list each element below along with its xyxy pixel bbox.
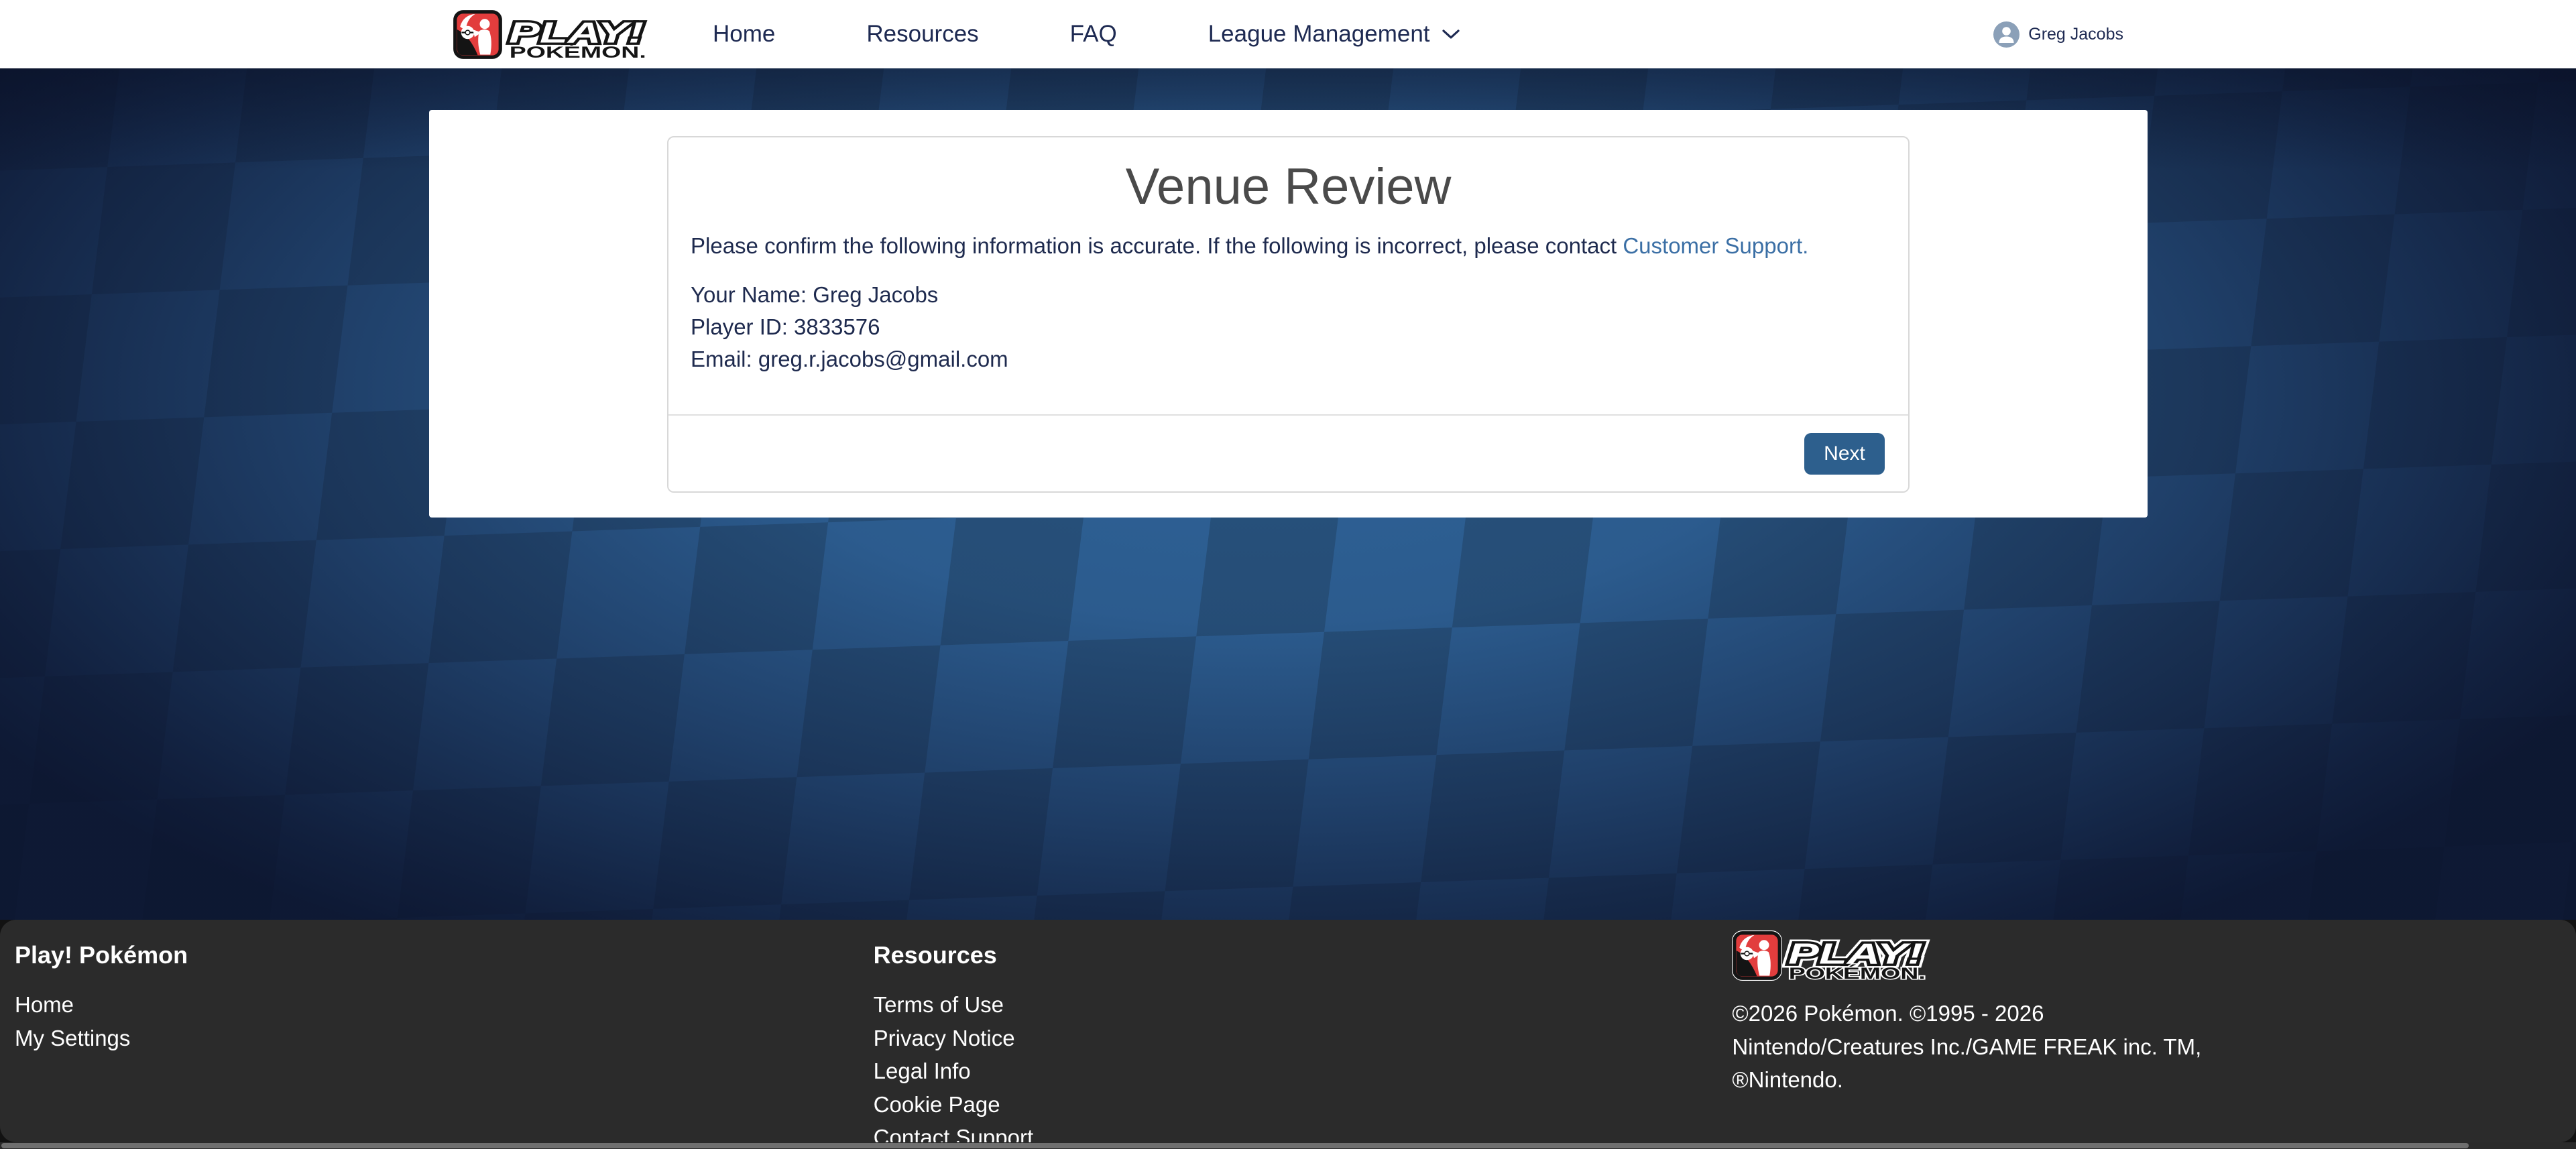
field-player-id-label: Player ID: (691, 314, 788, 339)
copyright-line-1: ©2026 Pokémon. ©1995 - 2026 (1732, 997, 2576, 1030)
field-email-value: greg.r.jacobs@gmail.com (758, 347, 1008, 371)
field-email: Email: greg.r.jacobs@gmail.com (691, 343, 1886, 375)
play-pokemon-logo-icon: PLAY! PLAY! POKÉMON. (1732, 930, 1933, 981)
footer-link-contact-support[interactable]: Contact Support (874, 1121, 1718, 1142)
field-your-name: Your Name: Greg Jacobs (691, 279, 1886, 311)
horizontal-scrollbar[interactable] (0, 1142, 2576, 1149)
footer-column-play-pokemon: Play! Pokémon Home My Settings (0, 920, 859, 1142)
user-name: Greg Jacobs (2028, 25, 2123, 44)
footer-play-pokemon-logo: PLAY! PLAY! POKÉMON. (1732, 930, 2576, 981)
nav-faq[interactable]: FAQ (1070, 21, 1117, 48)
footer-column-legal: PLAY! PLAY! POKÉMON. ©2026 Pokémon. ©199… (1717, 920, 2576, 1142)
footer-link-my-settings[interactable]: My Settings (15, 1022, 859, 1055)
nav-home[interactable]: Home (713, 21, 775, 48)
footer-link-terms-of-use[interactable]: Terms of Use (874, 988, 1718, 1022)
nav-resources-label: Resources (866, 21, 978, 48)
nav-league-management[interactable]: League Management (1208, 21, 1461, 48)
copyright-line-2: Nintendo/Creatures Inc./GAME FREAK inc. … (1732, 1030, 2576, 1064)
intro-text: Please confirm the following information… (691, 232, 1886, 261)
footer-link-home[interactable]: Home (15, 988, 859, 1022)
page-title: Venue Review (691, 158, 1886, 216)
footer-heading-resources: Resources (874, 941, 1718, 969)
nav-resources[interactable]: Resources (866, 21, 978, 48)
field-email-label: Email: (691, 347, 752, 371)
avatar-person-icon (1993, 21, 2019, 48)
user-menu[interactable]: Greg Jacobs (1993, 21, 2123, 48)
svg-text:POKÉMON.: POKÉMON. (1789, 964, 1926, 981)
intro-before: Please confirm the following information… (691, 233, 1617, 258)
main-area: Venue Review Please confirm the followin… (0, 68, 2576, 920)
nav-home-label: Home (713, 21, 775, 48)
next-button[interactable]: Next (1804, 433, 1885, 475)
page: PLAY! POKÉMON. Home Resources FAQ League… (0, 0, 2576, 1149)
page-footer: Play! Pokémon Home My Settings Resources… (0, 920, 2576, 1142)
intro-after: . (1802, 233, 1808, 258)
footer-column-resources: Resources Terms of Use Privacy Notice Le… (859, 920, 1718, 1142)
field-player-id-value: 3833576 (794, 314, 880, 339)
field-your-name-label: Your Name: (691, 282, 807, 307)
copyright-text: ©2026 Pokémon. ©1995 - 2026 Nintendo/Cre… (1732, 997, 2576, 1097)
nav-league-management-label: League Management (1208, 21, 1430, 48)
nav-container: PLAY! POKÉMON. Home Resources FAQ League… (453, 0, 2123, 68)
svg-text:POKÉMON.: POKÉMON. (510, 43, 646, 60)
nav-faq-label: FAQ (1070, 21, 1117, 48)
footer-link-legal-info[interactable]: Legal Info (874, 1054, 1718, 1088)
footer-link-cookie-page[interactable]: Cookie Page (874, 1088, 1718, 1122)
chevron-down-icon (1441, 28, 1461, 40)
copyright-line-3: ®Nintendo. (1732, 1063, 2576, 1097)
scrollbar-thumb[interactable] (1, 1143, 2469, 1148)
footer-link-privacy-notice[interactable]: Privacy Notice (874, 1022, 1718, 1055)
field-your-name-value: Greg Jacobs (813, 282, 938, 307)
top-navbar: PLAY! POKÉMON. Home Resources FAQ League… (0, 0, 2576, 68)
page-footer-wrap: Play! Pokémon Home My Settings Resources… (0, 920, 2576, 1149)
venue-review-panel: Venue Review Please confirm the followin… (667, 136, 1910, 493)
play-pokemon-logo[interactable]: PLAY! POKÉMON. (453, 9, 654, 60)
panel-footer: Next (668, 414, 1908, 491)
footer-heading-play-pokemon: Play! Pokémon (15, 941, 859, 969)
main-nav: Home Resources FAQ League Management (713, 21, 1461, 48)
player-info: Your Name: Greg Jacobs Player ID: 383357… (691, 279, 1886, 375)
panel-body: Venue Review Please confirm the followin… (668, 137, 1908, 414)
content-card: Venue Review Please confirm the followin… (429, 110, 2148, 518)
field-player-id: Player ID: 3833576 (691, 311, 1886, 343)
play-pokemon-logo-icon: PLAY! POKÉMON. (453, 9, 654, 60)
customer-support-link[interactable]: Customer Support (1623, 233, 1802, 258)
